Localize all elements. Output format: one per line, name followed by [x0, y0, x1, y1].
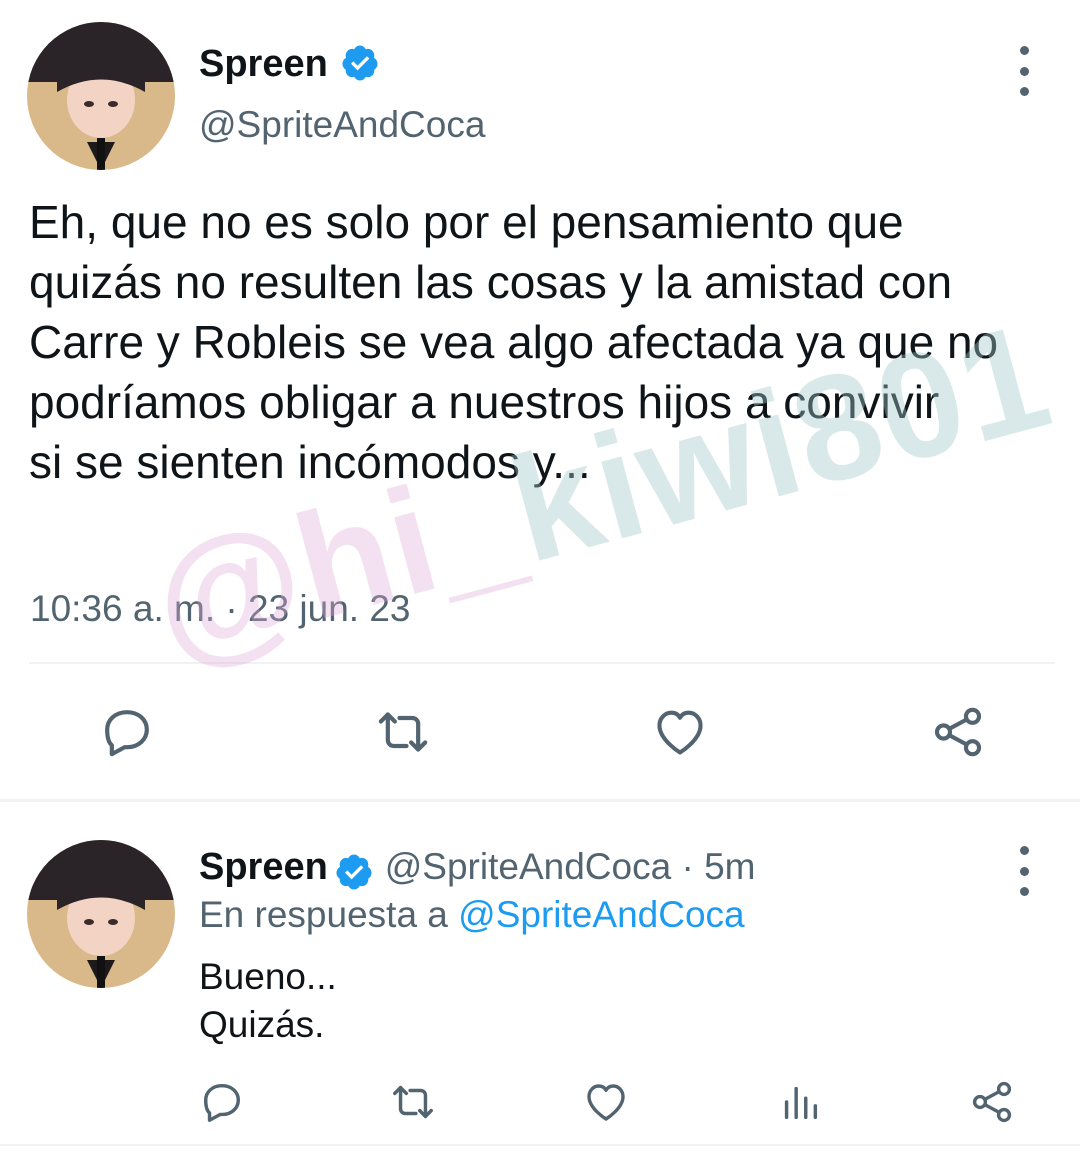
reply-button[interactable] — [95, 700, 159, 764]
like-icon — [657, 710, 703, 755]
author-handle[interactable]: @SpriteAndCoca — [199, 104, 485, 146]
author-avatar[interactable] — [27, 22, 175, 170]
share-button[interactable] — [926, 700, 990, 764]
author-name-row[interactable]: Spreen — [199, 43, 380, 86]
reply-icon — [105, 710, 149, 757]
reply-author-avatar[interactable] — [27, 840, 175, 988]
divider — [29, 662, 1055, 664]
like-button[interactable] — [648, 700, 712, 764]
reply-author-name[interactable]: Spreen — [199, 846, 328, 888]
reply-icon — [203, 1083, 241, 1122]
tweet-text: Eh, que no es solo por el pensamiento qu… — [29, 196, 999, 488]
reply-analytics-button[interactable] — [774, 1076, 826, 1128]
share-icon — [972, 1081, 1012, 1123]
share-icon — [934, 707, 982, 757]
more-options-icon — [1019, 846, 1029, 855]
verified-badge-icon — [336, 854, 372, 890]
replying-to-line: En respuesta a @SpriteAndCoca — [199, 894, 745, 936]
tweet-separator — [0, 799, 1080, 802]
like-icon — [587, 1084, 625, 1121]
reply-more-options-button[interactable] — [1009, 846, 1039, 896]
reply-header-row: Spreen @SpriteAndCoca · 5m — [199, 846, 755, 892]
avatar-illustration — [27, 840, 175, 988]
reply-share-button[interactable] — [966, 1076, 1018, 1128]
reply-retweet-button[interactable] — [385, 1076, 441, 1128]
reply-time[interactable]: 5m — [704, 846, 755, 887]
verified-badge-icon — [342, 45, 378, 81]
more-options-button[interactable] — [1009, 46, 1039, 96]
more-options-icon — [1019, 46, 1029, 55]
replying-to-prefix: En respuesta a — [199, 894, 459, 935]
reply-reply-button[interactable] — [196, 1076, 248, 1128]
retweet-icon — [393, 1085, 433, 1119]
avatar-illustration — [27, 22, 175, 170]
author-name[interactable]: Spreen — [199, 43, 328, 85]
reply-like-button[interactable] — [580, 1076, 632, 1128]
replying-to-link[interactable]: @SpriteAndCoca — [458, 894, 744, 935]
tweet-timestamp[interactable]: 10:36 a. m. · 23 jun. 23 — [30, 588, 411, 630]
bottom-divider — [0, 1144, 1080, 1146]
retweet-icon — [378, 712, 428, 752]
reply-author-handle[interactable]: @SpriteAndCoca — [385, 846, 671, 887]
meta-separator: · — [671, 846, 705, 887]
retweet-button[interactable] — [368, 700, 438, 764]
analytics-icon — [784, 1086, 818, 1120]
reply-text: Bueno... Quizás. — [199, 956, 337, 1045]
